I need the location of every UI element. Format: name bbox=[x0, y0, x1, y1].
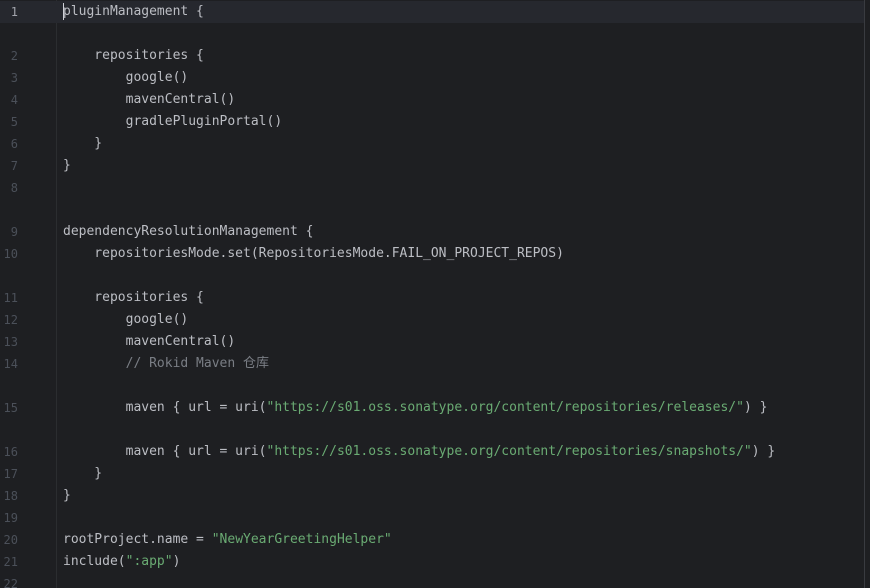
code-token: gradlePluginPortal() bbox=[63, 114, 283, 129]
line-code[interactable]: repositoriesMode.set(RepositoriesMode.FA… bbox=[63, 243, 564, 265]
line-code[interactable]: } bbox=[63, 485, 71, 507]
line-number: 9 bbox=[10, 225, 18, 239]
line-number: 21 bbox=[3, 555, 18, 569]
line-number: 4 bbox=[10, 93, 18, 107]
line-number: 11 bbox=[3, 291, 18, 305]
code-token: repositories { bbox=[63, 290, 204, 305]
code-token: google() bbox=[63, 70, 189, 85]
code-token: maven { url = uri( bbox=[63, 400, 267, 415]
line-number: 1 bbox=[10, 5, 18, 19]
line-number: 18 bbox=[3, 489, 18, 503]
code-token: } bbox=[63, 158, 71, 173]
code-editor[interactable]: 1 pluginManagement { 2 repositories { 3 goo… bbox=[0, 0, 870, 588]
code-token: dependencyResolutionManagement { bbox=[63, 224, 314, 239]
line-code[interactable]: } bbox=[63, 463, 102, 485]
line-number: 20 bbox=[3, 533, 18, 547]
line-number: 15 bbox=[3, 401, 18, 415]
line-number: 22 bbox=[3, 577, 18, 588]
line-code[interactable]: repositories { bbox=[63, 287, 204, 309]
line-code[interactable]: mavenCentral() bbox=[63, 331, 236, 353]
code-token: } bbox=[63, 136, 103, 151]
line-code[interactable]: } bbox=[63, 133, 102, 155]
code-token: ) bbox=[172, 554, 181, 569]
line-code[interactable]: dependencyResolutionManagement { bbox=[63, 221, 313, 243]
line-number: 19 bbox=[3, 511, 18, 525]
code-token: google() bbox=[63, 312, 189, 327]
code-token: } bbox=[63, 488, 71, 503]
line-code[interactable]: include(":app") bbox=[63, 551, 180, 573]
text-caret bbox=[63, 3, 64, 20]
string-token: "https://s01.oss.sonatype.org/content/re… bbox=[266, 400, 744, 415]
line-code[interactable]: } bbox=[63, 155, 71, 177]
code-token: } bbox=[63, 466, 103, 481]
gutter-divider bbox=[56, 0, 57, 588]
line-number: 2 bbox=[10, 49, 18, 63]
line-number: 16 bbox=[3, 445, 18, 459]
string-token: "NewYearGreetingHelper" bbox=[211, 532, 392, 547]
line-code[interactable]: // Rokid Maven 仓库 bbox=[63, 353, 269, 375]
line-code[interactable]: maven { url = uri("https://s01.oss.sonat… bbox=[63, 397, 768, 419]
line-code[interactable]: repositories { bbox=[63, 45, 204, 67]
line-code[interactable]: mavenCentral() bbox=[63, 89, 236, 111]
code-token: pluginManagement { bbox=[63, 4, 204, 19]
string-token: ":app" bbox=[125, 554, 173, 569]
code-token: repositoriesMode.set(RepositoriesMode.FA… bbox=[63, 246, 564, 261]
code-token: maven { url = uri( bbox=[63, 444, 267, 459]
line-number: 3 bbox=[10, 71, 18, 85]
line-number: 8 bbox=[10, 181, 18, 195]
code-token: rootProject.name = bbox=[63, 532, 212, 547]
line-code[interactable]: rootProject.name = "NewYearGreetingHelpe… bbox=[63, 529, 392, 551]
code-token: include( bbox=[63, 554, 126, 569]
code-token: mavenCentral() bbox=[63, 92, 236, 107]
line-number: 12 bbox=[3, 313, 18, 327]
line-number: 6 bbox=[10, 137, 18, 151]
line-number: 7 bbox=[10, 159, 18, 173]
line-code[interactable]: maven { url = uri("https://s01.oss.sonat… bbox=[63, 441, 776, 463]
code-token: ) } bbox=[751, 444, 776, 459]
line-code[interactable]: google() bbox=[63, 67, 189, 89]
code-token: repositories { bbox=[63, 48, 204, 63]
string-token: "https://s01.oss.sonatype.org/content/re… bbox=[266, 444, 752, 459]
line-code[interactable]: pluginManagement { bbox=[63, 1, 204, 23]
right-margin-guide bbox=[864, 0, 865, 588]
line-number: 5 bbox=[10, 115, 18, 129]
comment-token: // Rokid Maven 仓库 bbox=[63, 356, 270, 371]
line-code[interactable]: google() bbox=[63, 309, 189, 331]
line-number: 13 bbox=[3, 335, 18, 349]
line-number: 14 bbox=[3, 357, 18, 371]
line-code[interactable]: gradlePluginPortal() bbox=[63, 111, 283, 133]
line-number: 10 bbox=[3, 247, 18, 261]
code-token: mavenCentral() bbox=[63, 334, 236, 349]
code-token: ) } bbox=[743, 400, 768, 415]
line-number: 17 bbox=[3, 467, 18, 481]
